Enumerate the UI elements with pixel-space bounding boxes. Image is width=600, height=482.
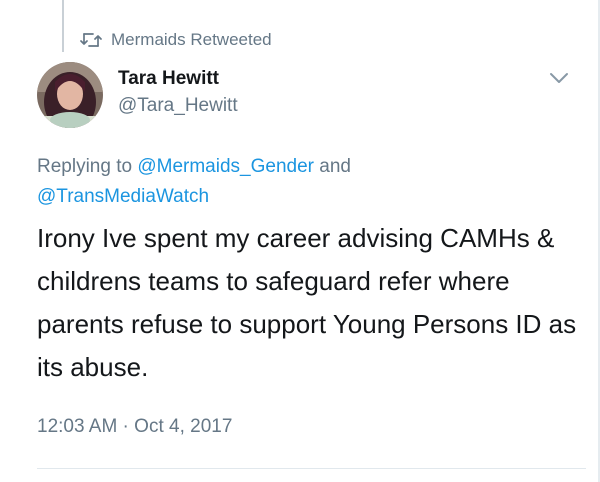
retweet-icon <box>80 33 102 47</box>
mention-link[interactable]: @Mermaids_Gender <box>137 156 314 177</box>
reply-prefix: Replying to <box>37 156 138 177</box>
tweet-card[interactable]: Mermaids Retweeted Tara Hewitt @Tara_Hew… <box>0 0 600 482</box>
chevron-down-icon[interactable] <box>548 70 570 86</box>
reply-context: Replying to @Mermaids_Gender and @TransM… <box>37 152 577 212</box>
thread-line <box>62 0 64 52</box>
reply-joiner: and <box>313 156 351 177</box>
handle[interactable]: @Tara_Hewitt <box>118 92 238 120</box>
retweet-context: Mermaids Retweeted <box>80 28 272 52</box>
divider <box>37 468 586 469</box>
display-name[interactable]: Tara Hewitt <box>118 66 238 92</box>
avatar[interactable] <box>37 62 103 128</box>
mention-link[interactable]: @TransMediaWatch <box>37 186 209 207</box>
retweet-label[interactable]: Mermaids Retweeted <box>111 30 272 50</box>
timestamp[interactable]: 12:03 AM · Oct 4, 2017 <box>37 416 232 438</box>
avatar-image <box>37 62 103 128</box>
author-info[interactable]: Tara Hewitt @Tara_Hewitt <box>118 66 238 120</box>
tweet-text: Irony Ive spent my career advising CAMHs… <box>37 223 577 382</box>
